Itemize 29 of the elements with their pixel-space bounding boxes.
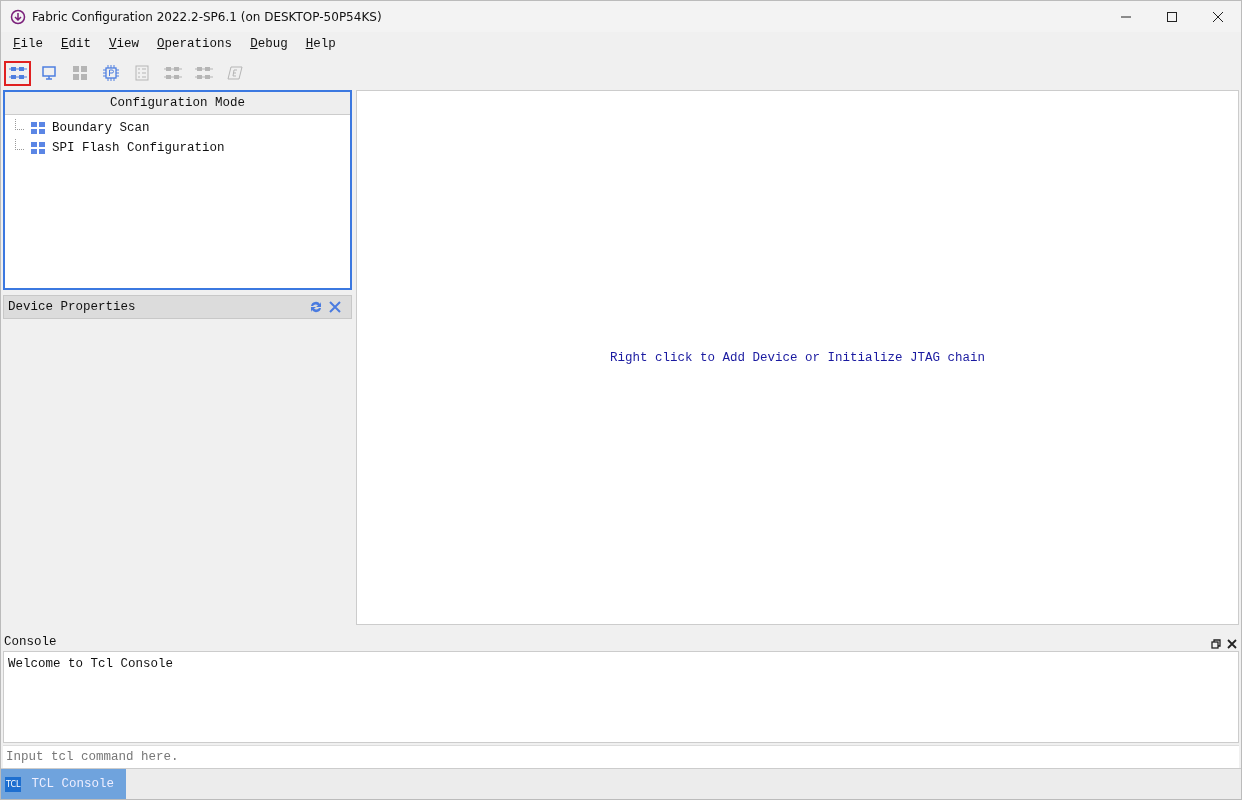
console-tab[interactable]: TCL TCL Console bbox=[1, 769, 126, 799]
menu-item[interactable]: Help bbox=[297, 37, 344, 51]
app-logo-icon bbox=[10, 8, 26, 25]
canvas-hint: Right click to Add Device or Initialize JTAG chain bbox=[609, 350, 986, 365]
close-icon[interactable] bbox=[1212, 10, 1224, 23]
menu-item[interactable]: Debug bbox=[242, 37, 296, 51]
menu-item[interactable]: Operations bbox=[149, 37, 241, 51]
restore-icon[interactable] bbox=[1211, 639, 1221, 649]
tcl-icon: TCL bbox=[5, 776, 22, 792]
monitor-icon bbox=[40, 65, 57, 81]
chip-card-icon bbox=[226, 65, 243, 81]
tree-item[interactable]: SPI Flash Configuration bbox=[52, 141, 225, 155]
chip-icon bbox=[102, 65, 119, 81]
list-icon bbox=[133, 65, 150, 81]
window-title: Fabric Configuration 2022.2-SP6.1 (on DESKTOP-50P54KS) bbox=[32, 9, 382, 24]
tree-item[interactable]: Boundary Scan bbox=[52, 121, 150, 135]
input-field[interactable]: Input tcl command here. bbox=[3, 745, 1239, 768]
menu-item[interactable]: Edit bbox=[53, 37, 100, 51]
grid-icon bbox=[71, 65, 88, 81]
menu-item[interactable]: File bbox=[5, 37, 52, 51]
toolbar-button[interactable] bbox=[4, 60, 31, 86]
menu-item[interactable]: View bbox=[101, 37, 148, 51]
close-icon[interactable] bbox=[1227, 639, 1237, 649]
panel-header: Configuration Mode bbox=[5, 92, 350, 115]
console-text: Welcome to Tcl Console bbox=[8, 657, 174, 671]
panel-title: Device Properties bbox=[8, 300, 136, 314]
refresh-icon[interactable] bbox=[309, 300, 323, 314]
console-title: Console bbox=[4, 635, 57, 649]
maximize-icon[interactable] bbox=[1166, 10, 1178, 23]
